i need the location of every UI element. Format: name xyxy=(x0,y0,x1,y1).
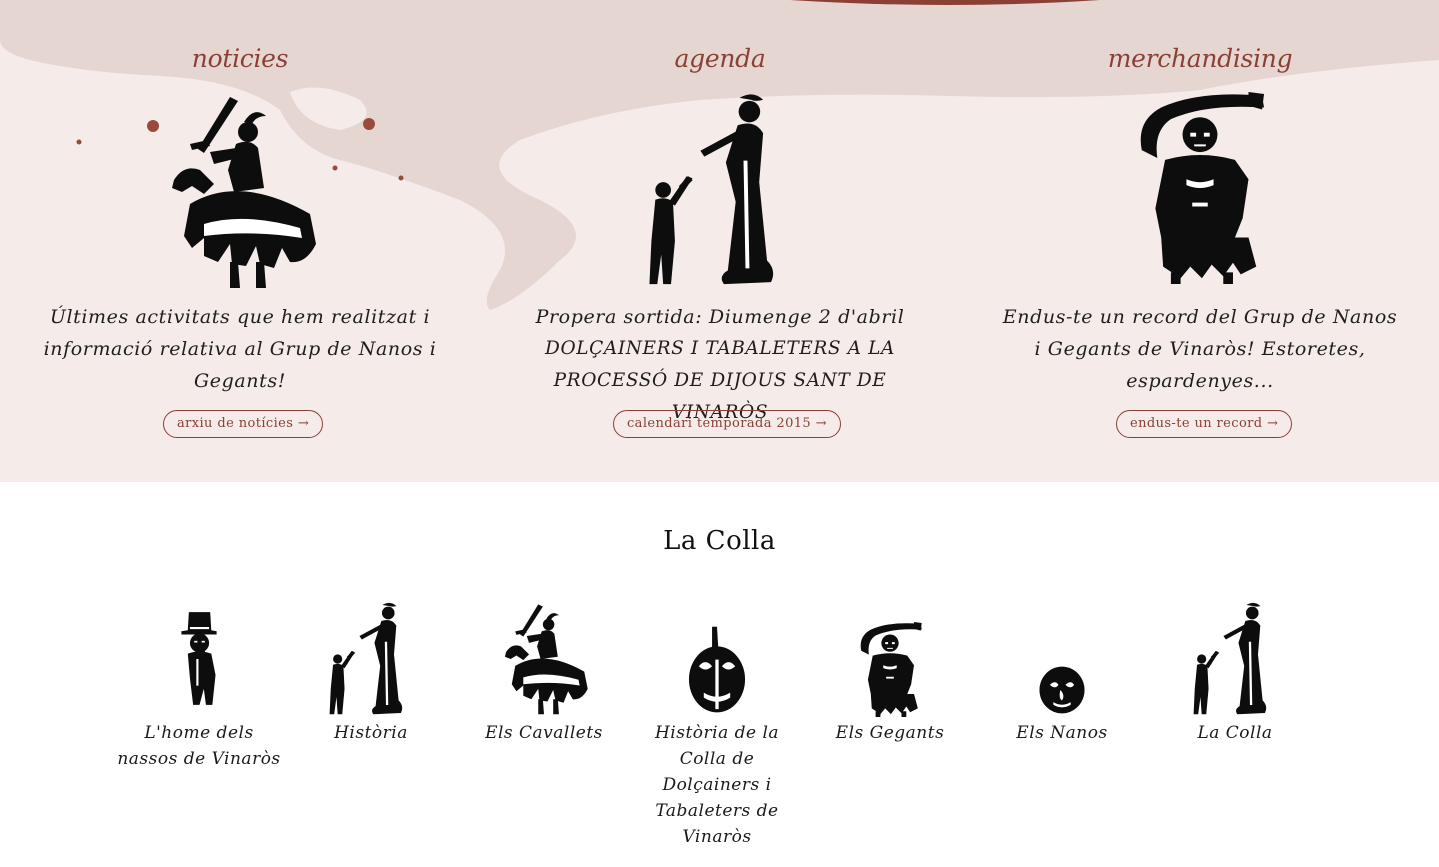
nano-head-icon xyxy=(977,596,1147,718)
musician-child-icon xyxy=(520,92,920,292)
colla-item-label[interactable]: Història de la Colla de Dolçainers i Tab… xyxy=(632,720,802,850)
feature-title[interactable]: merchandising xyxy=(1000,44,1400,73)
colla-item-label[interactable]: L'home dels nassos de Vinaròs xyxy=(114,720,284,772)
giant-scarf-icon xyxy=(805,596,975,718)
colla-item-home-nassos[interactable]: L'home dels nassos de Vinaròs xyxy=(114,596,284,772)
colla-item-historia-dolcainers[interactable]: Història de la Colla de Dolçainers i Tab… xyxy=(632,596,802,850)
calendari-button[interactable]: calendari temporada 2015 → xyxy=(613,410,841,438)
colla-item-nanos[interactable]: Els Nanos xyxy=(977,596,1147,746)
colla-item-la-colla[interactable]: La Colla xyxy=(1150,596,1320,746)
features-section: noticies Últimes activitats que hem real… xyxy=(0,0,1439,482)
feature-description: Endus-te un record del Grup de Nanos i G… xyxy=(1002,306,1398,392)
drum-icon xyxy=(632,596,802,718)
arxiu-noticies-button[interactable]: arxiu de notícies → xyxy=(163,410,324,438)
knight-horse-icon xyxy=(459,596,629,718)
colla-item-label[interactable]: Història xyxy=(286,720,456,746)
feature-title[interactable]: agenda xyxy=(520,44,920,73)
feature-title[interactable]: noticies xyxy=(40,44,440,73)
top-hat-man-icon xyxy=(114,596,284,718)
colla-item-cavallets[interactable]: Els Cavallets xyxy=(459,596,629,746)
colla-item-historia[interactable]: Història xyxy=(286,596,456,746)
endus-te-record-button[interactable]: endus-te un record → xyxy=(1116,410,1293,438)
colla-section-title: La Colla xyxy=(663,526,776,556)
next-event-line: Propera sortida: Diumenge 2 d'abril xyxy=(535,306,905,328)
feature-description: Últimes activitats que hem realitzat i i… xyxy=(43,306,437,392)
colla-item-label[interactable]: Els Cavallets xyxy=(459,720,629,746)
giant-scarf-icon xyxy=(1000,92,1400,292)
knight-horse-icon xyxy=(40,92,440,292)
colla-item-label[interactable]: Els Gegants xyxy=(805,720,975,746)
colla-item-label[interactable]: La Colla xyxy=(1150,720,1320,746)
colla-item-label[interactable]: Els Nanos xyxy=(977,720,1147,746)
colla-item-gegants[interactable]: Els Gegants xyxy=(805,596,975,746)
musician-child-icon xyxy=(1150,596,1320,718)
musician-child-icon xyxy=(286,596,456,718)
